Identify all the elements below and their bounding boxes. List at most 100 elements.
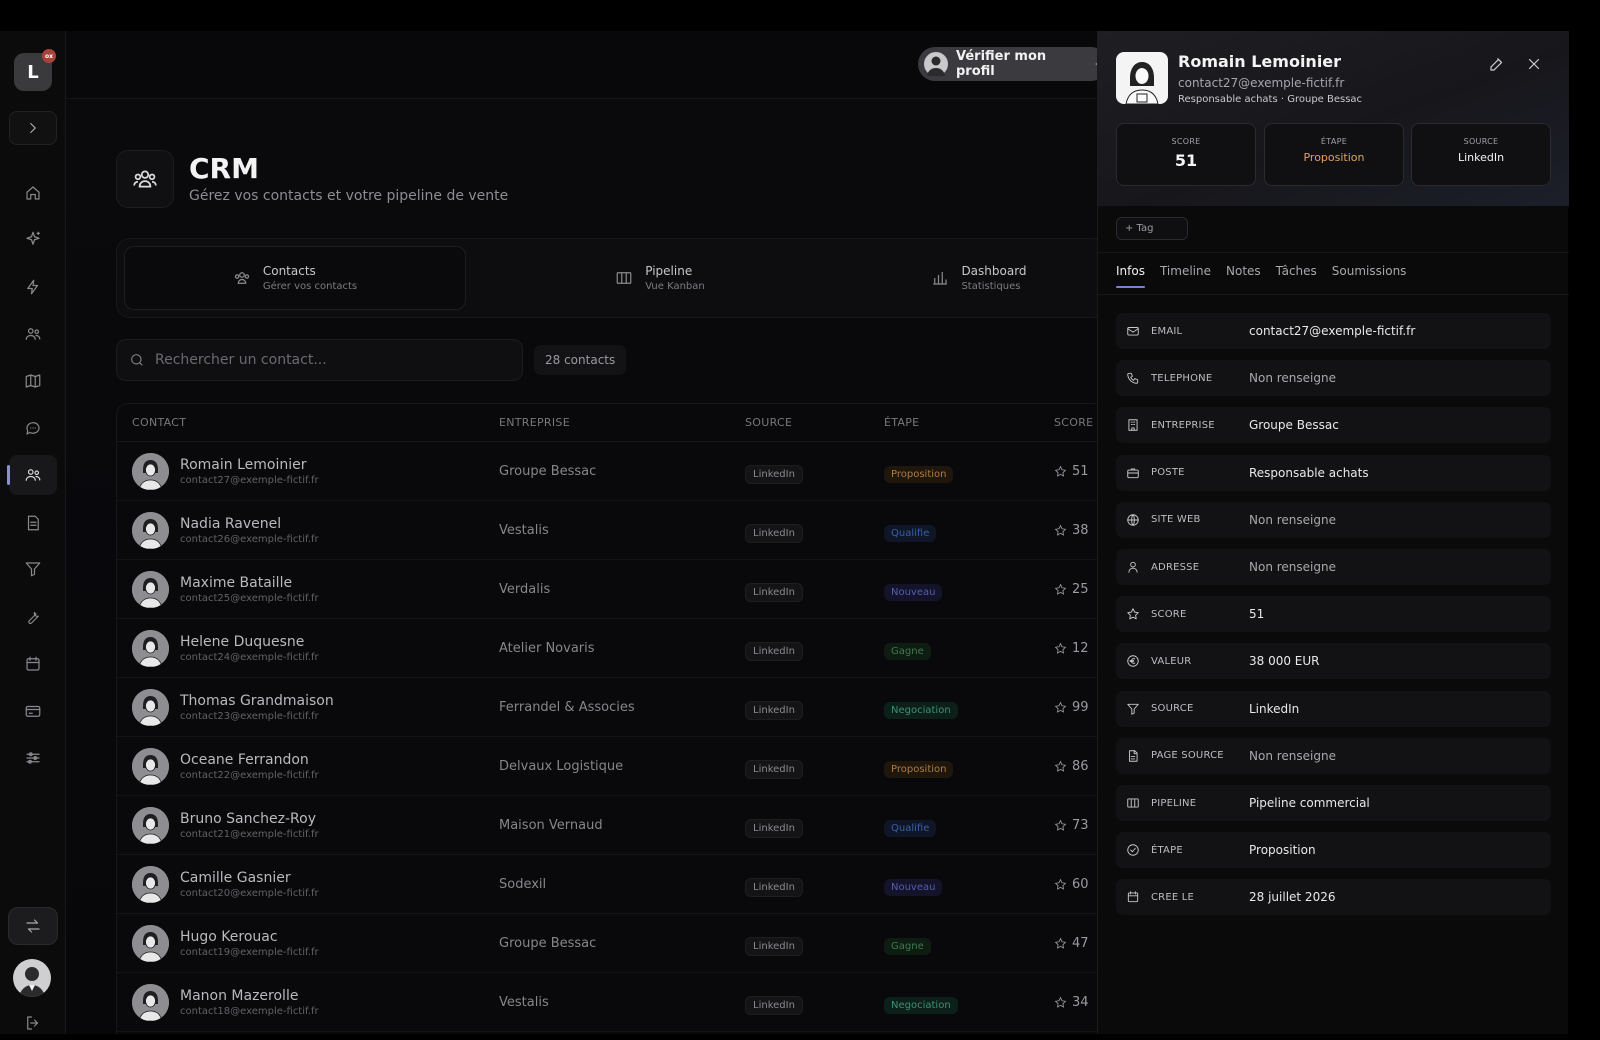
stat-label: ÉTAPE — [1320, 137, 1348, 146]
stage-badge: Gagne — [884, 937, 931, 955]
sidebar-nav-contacts[interactable] — [7, 455, 57, 495]
add-tag-button[interactable]: + Tag — [1116, 217, 1188, 240]
avatar — [132, 865, 169, 903]
field-page-source[interactable]: PAGE SOURCE Non renseigne — [1116, 737, 1551, 774]
search-input[interactable]: Rechercher un contact... — [116, 339, 523, 381]
field-adresse[interactable]: ADRESSE Non renseigne — [1116, 549, 1551, 585]
field-telephone[interactable]: TELEPHONE Non renseigne — [1116, 360, 1551, 397]
stage-badge: Proposition — [884, 465, 954, 483]
tab-contacts[interactable]: Contacts Gérer vos contacts — [124, 246, 466, 310]
field-label: SOURCE — [1151, 703, 1194, 715]
tab-pipeline[interactable]: Pipeline Vue Kanban — [489, 246, 831, 310]
field-value: contact27@exemple-fictif.fr — [1249, 324, 1416, 338]
field-etape[interactable]: ÉTAPE Proposition — [1116, 832, 1551, 869]
sidebar-nav-card[interactable] — [9, 691, 57, 731]
avatar — [132, 688, 169, 726]
verify-profile-button[interactable]: Vérifier mon profil — [918, 47, 1097, 81]
sidebar-nav-document[interactable] — [9, 503, 57, 543]
stage-badge: Negociation — [884, 996, 958, 1014]
column-header-contact[interactable]: CONTACT — [132, 416, 186, 429]
panel-tab-timeline[interactable]: Timeline — [1160, 264, 1211, 288]
panel-tab-taches[interactable]: Tâches — [1276, 264, 1317, 288]
expand-sidebar-button[interactable] — [9, 111, 57, 145]
swap-arrows-icon — [26, 919, 40, 933]
contact-email: contact22@exemple-fictif.fr — [180, 769, 319, 781]
star-icon — [1054, 524, 1067, 536]
tab-label: Dashboard — [961, 264, 1027, 278]
field-valeur[interactable]: VALEUR 38 000 EUR — [1116, 643, 1551, 680]
globe-icon — [1127, 514, 1139, 526]
field-source[interactable]: SOURCE LinkedIn — [1116, 690, 1551, 727]
field-value: Groupe Bessac — [1249, 418, 1339, 433]
column-header-source[interactable]: SOURCE — [745, 416, 792, 429]
field-value: Non renseigne — [1249, 512, 1336, 527]
table-row[interactable]: Thomas Grandmaison contact23@exemple-fict… — [117, 678, 1097, 737]
contact-email: contact23@exemple-fictif.fr — [180, 710, 319, 722]
contact-cell: Helene Duquesne contact24@exemple-fictif.… — [132, 629, 319, 667]
table-row[interactable]: Bruno Sanchez-Roy contact21@exemple-ficti… — [117, 796, 1097, 855]
close-panel-button[interactable] — [1525, 55, 1547, 77]
score-cell: 12 — [1054, 641, 1089, 656]
field-email[interactable]: EMAIL contact27@exemple-fictif.fr — [1116, 313, 1551, 349]
column-header-etape[interactable]: ÉTAPE — [884, 416, 919, 429]
field-pipeline[interactable]: PIPELINE Pipeline commercial — [1116, 785, 1551, 821]
columns-icon — [1127, 798, 1139, 808]
table-row[interactable]: Nadia Ravenel contact26@exemple-fictif.fr… — [117, 501, 1097, 560]
app-logo[interactable]: L ox — [14, 49, 56, 91]
score-cell: 99 — [1054, 700, 1089, 715]
switch-workspace-button[interactable] — [8, 907, 58, 945]
table-header: CONTACT ENTREPRISE SOURCE ÉTAPE SCORE — [117, 404, 1097, 442]
tab-dashboard[interactable]: Dashboard Statistiques — [854, 246, 1097, 310]
table-row[interactable]: Oceane Ferrandon contact22@exemple-fictif… — [117, 737, 1097, 796]
sidebar-nav-users[interactable] — [9, 314, 57, 354]
column-header-entreprise[interactable]: ENTREPRISE — [499, 416, 570, 429]
field-site-web[interactable]: SITE WEB Non renseigne — [1116, 501, 1551, 538]
table-row[interactable]: Romain Lemoinier contact27@exemple-fictif… — [117, 442, 1097, 501]
contact-name: Manon Mazerolle — [180, 987, 299, 1004]
user-avatar[interactable] — [13, 959, 51, 997]
sidebar-nav-filter[interactable] — [9, 549, 57, 589]
table-row[interactable]: Maxime Bataille contact25@exemple-fictif.… — [117, 560, 1097, 619]
panel-tab-infos[interactable]: Infos — [1116, 264, 1145, 288]
field-poste[interactable]: POSTE Responsable achats — [1116, 454, 1551, 491]
table-row[interactable]: Manon Mazerolle contact18@exemple-fictif.… — [117, 973, 1097, 1032]
euro-icon — [1127, 655, 1139, 668]
sidebar-nav-wrench[interactable] — [9, 597, 57, 637]
table-row[interactable]: Hugo Kerouac contact19@exemple-fictif.fr G… — [117, 914, 1097, 973]
logout-button[interactable] — [9, 1006, 57, 1040]
contact-email: contact24@exemple-fictif.fr — [180, 651, 319, 663]
stat-value: Proposition — [1303, 151, 1365, 164]
avatar — [132, 924, 169, 962]
field-score[interactable]: SCORE 51 — [1116, 596, 1551, 633]
contact-name: Thomas Grandmaison — [180, 692, 334, 709]
column-header-score[interactable]: SCORE — [1054, 416, 1093, 429]
score-value: 73 — [1072, 817, 1089, 833]
company-cell: Maison Vernaud — [499, 817, 603, 833]
stat-source: SOURCE LinkedIn — [1411, 123, 1551, 186]
field-cree-le[interactable]: CREE LE 28 juillet 2026 — [1116, 879, 1551, 916]
field-label: PIPELINE — [1151, 797, 1197, 809]
field-label: TELEPHONE — [1151, 372, 1213, 384]
company-cell: Groupe Bessac — [499, 463, 597, 479]
sidebar-nav-sliders[interactable] — [9, 738, 57, 778]
sidebar-nav-sparkles[interactable] — [9, 219, 57, 259]
company-cell: Atelier Novaris — [499, 640, 595, 656]
contact-cell: Manon Mazerolle contact18@exemple-fictif.… — [132, 983, 319, 1021]
avatar — [132, 806, 169, 844]
sidebar-nav-map[interactable] — [9, 361, 57, 401]
sidebar-nav-calendar[interactable] — [9, 644, 57, 684]
table-row[interactable]: Helene Duquesne contact24@exemple-fictif.… — [117, 619, 1097, 678]
panel-tab-soumissions[interactable]: Soumissions — [1332, 264, 1407, 288]
table-body: Romain Lemoinier contact27@exemple-fictif… — [117, 442, 1097, 1032]
contacts-icon — [25, 469, 41, 481]
panel-tab-notes[interactable]: Notes — [1226, 264, 1261, 288]
sidebar-nav-chat[interactable] — [9, 408, 57, 448]
field-entreprise[interactable]: ENTREPRISE Groupe Bessac — [1116, 407, 1551, 444]
table-row[interactable]: Camille Gasnier contact20@exemple-fictif.… — [117, 855, 1097, 914]
field-label: EMAIL — [1151, 325, 1183, 337]
field-label: VALEUR — [1151, 655, 1192, 667]
company-cell: Delvaux Logistique — [499, 758, 624, 774]
edit-contact-button[interactable] — [1488, 55, 1510, 77]
sidebar-nav-home[interactable] — [9, 173, 57, 213]
sidebar-nav-bolt[interactable] — [9, 267, 57, 307]
